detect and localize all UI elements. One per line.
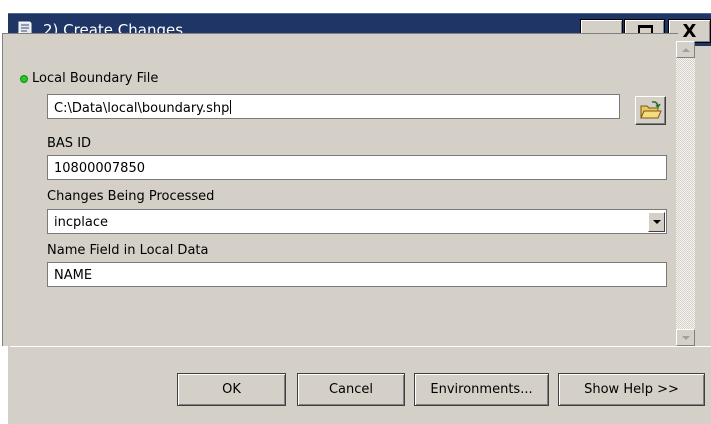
- local-boundary-input[interactable]: C:\Data\local\boundary.shp: [47, 94, 620, 119]
- divider: [10, 346, 711, 347]
- name-field-label: Name Field in Local Data: [47, 243, 209, 258]
- browse-button[interactable]: [635, 96, 666, 125]
- changes-label: Changes Being Processed: [47, 189, 215, 204]
- vertical-scrollbar[interactable]: [676, 41, 695, 346]
- local-boundary-value: C:\Data\local\boundary.shp: [54, 101, 230, 116]
- cancel-button[interactable]: Cancel: [297, 373, 405, 406]
- environments-button[interactable]: Environments...: [414, 373, 549, 406]
- ok-button[interactable]: OK: [177, 373, 286, 406]
- bas-id-input[interactable]: 10800007850: [47, 155, 667, 180]
- scroll-up-button[interactable]: [676, 41, 695, 58]
- local-boundary-label: Local Boundary File: [32, 71, 159, 86]
- open-folder-icon: [640, 101, 662, 119]
- arrow-down-icon: [682, 336, 690, 340]
- arrow-up-icon: [682, 48, 690, 52]
- show-help-button[interactable]: Show Help >>: [558, 373, 705, 406]
- required-indicator-icon: [20, 75, 28, 83]
- changes-dropdown-button[interactable]: [648, 212, 665, 232]
- changes-selected-value: incplace: [54, 215, 108, 230]
- text-caret: [230, 100, 232, 114]
- scroll-down-button[interactable]: [676, 329, 695, 346]
- chevron-down-icon: [653, 220, 661, 224]
- bas-id-label: BAS ID: [47, 136, 92, 151]
- name-field-input[interactable]: NAME: [47, 262, 667, 287]
- changes-select[interactable]: incplace: [47, 209, 667, 234]
